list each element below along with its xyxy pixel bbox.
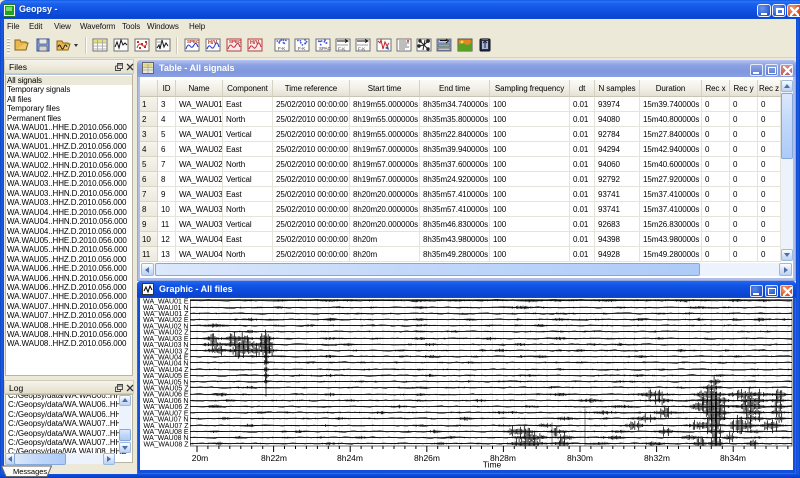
svg-text:F-K: F-K <box>278 46 285 51</box>
svg-text:8h26m: 8h26m <box>414 453 440 463</box>
svg-text:SPAC: SPAC <box>319 46 331 51</box>
svg-text:SPEC: SPEC <box>229 39 242 44</box>
svg-text:20m: 20m <box>192 453 209 463</box>
svg-text:8h24m: 8h24m <box>337 453 363 463</box>
svg-text:F-K: F-K <box>298 46 305 51</box>
svg-text:8h32m: 8h32m <box>644 453 670 463</box>
svg-text:8h22m: 8h22m <box>261 453 287 463</box>
svg-text:F-K: F-K <box>338 47 345 52</box>
svg-text:8h34m: 8h34m <box>720 453 746 463</box>
svg-text:F-K: F-K <box>358 47 365 52</box>
svg-text:WA_WAU08 Z: WA_WAU08 Z <box>144 441 190 448</box>
svg-text:SPEC: SPEC <box>187 39 200 44</box>
svg-text:8h30m: 8h30m <box>567 453 593 463</box>
svg-text:Time: Time <box>483 460 502 469</box>
